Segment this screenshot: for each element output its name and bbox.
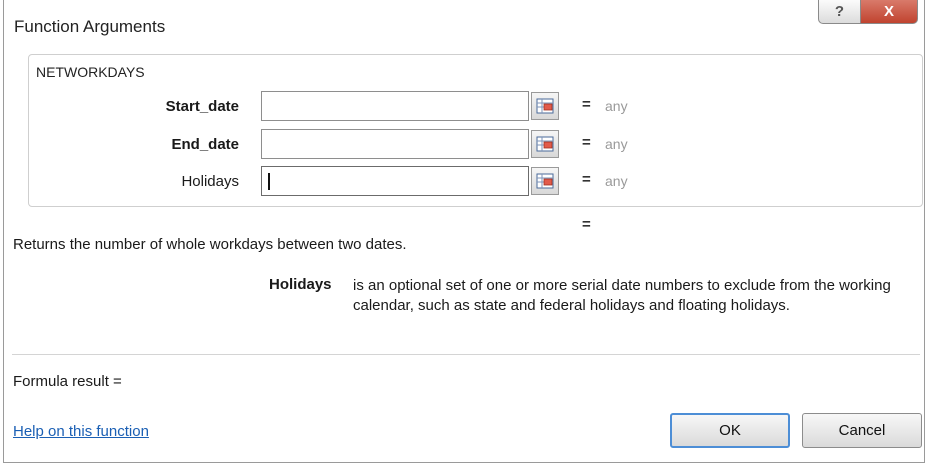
argument-row-end-date: End_date = any [4, 129, 924, 159]
argument-row-holidays: Holidays = any [4, 166, 924, 196]
argument-row-start-date: Start_date = any [4, 91, 924, 121]
holidays-equals: = [582, 171, 591, 188]
start-date-range-button[interactable] [531, 92, 559, 120]
cancel-button[interactable]: Cancel [802, 413, 922, 448]
function-result-equals: = [582, 216, 591, 233]
end-date-input[interactable] [261, 129, 529, 159]
argument-help-text: is an optional set of one or more serial… [353, 277, 891, 314]
end-date-label: End_date [171, 136, 239, 153]
collapse-dialog-icon [536, 98, 554, 114]
holidays-value-hint: any [605, 173, 628, 189]
end-date-equals: = [582, 134, 591, 151]
help-button[interactable]: ? [818, 0, 860, 24]
question-mark-icon: ? [834, 3, 845, 20]
function-arguments-dialog: Function Arguments ? X NETWORKDAYS Start… [3, 0, 925, 463]
end-date-range-button[interactable] [531, 130, 559, 158]
start-date-label: Start_date [165, 98, 239, 115]
dialog-title: Function Arguments [14, 17, 166, 36]
help-on-function-link[interactable]: Help on this function [13, 423, 149, 440]
holidays-input[interactable] [261, 166, 529, 196]
text-caret [268, 173, 270, 190]
start-date-input[interactable] [261, 91, 529, 121]
function-description: Returns the number of whole workdays bet… [13, 236, 407, 253]
close-icon: X [883, 3, 894, 20]
formula-result: Formula result = [13, 373, 122, 390]
ok-button[interactable]: OK [670, 413, 790, 448]
title-bar: Function Arguments ? X [4, 0, 924, 50]
end-date-value-hint: any [605, 136, 628, 152]
divider [12, 354, 920, 355]
function-name: NETWORKDAYS [36, 64, 145, 80]
close-button[interactable]: X [860, 0, 918, 24]
collapse-dialog-icon [536, 173, 554, 189]
holidays-range-button[interactable] [531, 167, 559, 195]
title-bar-buttons: ? X [818, 0, 918, 26]
collapse-dialog-icon [536, 136, 554, 152]
argument-help-name: Holidays [269, 276, 332, 293]
holidays-label: Holidays [181, 173, 239, 190]
start-date-value-hint: any [605, 98, 628, 114]
start-date-equals: = [582, 96, 591, 113]
